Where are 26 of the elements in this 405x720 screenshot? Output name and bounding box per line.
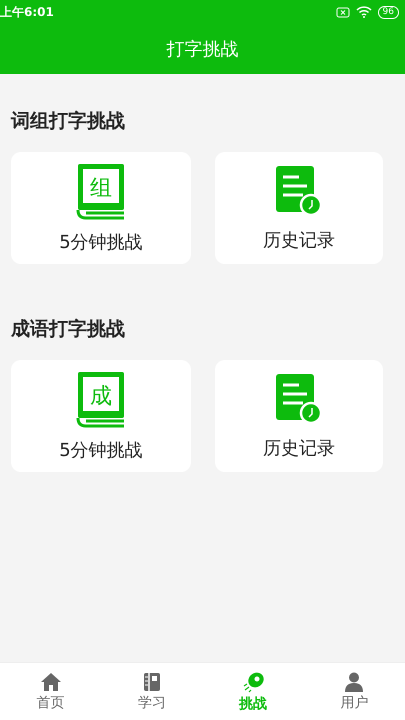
tab-label: 学习 <box>138 694 166 712</box>
sim-icon <box>336 6 350 18</box>
challenge-card[interactable]: 成 5分钟挑战 <box>11 360 191 472</box>
page-title: 打字挑战 <box>166 38 240 62</box>
challenge-card[interactable]: 历史记录 <box>215 360 383 472</box>
challenge-card[interactable]: 历史记录 <box>215 152 383 264</box>
section-title: 成语打字挑战 <box>11 317 126 342</box>
status-time: 上午6:01 <box>0 4 54 20</box>
tab-label: 挑战 <box>239 694 268 712</box>
card-label: 5分钟挑战 <box>59 231 143 254</box>
tab-label: 用户 <box>340 694 368 712</box>
rocket-icon <box>241 670 266 692</box>
house-icon <box>40 672 62 692</box>
nav-tab[interactable]: 首页 <box>0 663 102 720</box>
notebook-icon <box>142 672 161 692</box>
battery-level: 96 <box>378 6 399 18</box>
nav-tab[interactable]: 用户 <box>304 663 405 720</box>
card-label: 5分钟挑战 <box>59 439 143 462</box>
tab-label: 首页 <box>36 694 65 712</box>
user-icon <box>344 672 364 692</box>
nav-tab[interactable]: 学习 <box>101 663 202 720</box>
card-label: 历史记录 <box>263 229 335 252</box>
wifi-icon <box>356 6 372 18</box>
challenge-card[interactable]: 组 5分钟挑战 <box>11 152 191 264</box>
card-label: 历史记录 <box>263 437 335 460</box>
section-title: 词组打字挑战 <box>11 109 126 134</box>
